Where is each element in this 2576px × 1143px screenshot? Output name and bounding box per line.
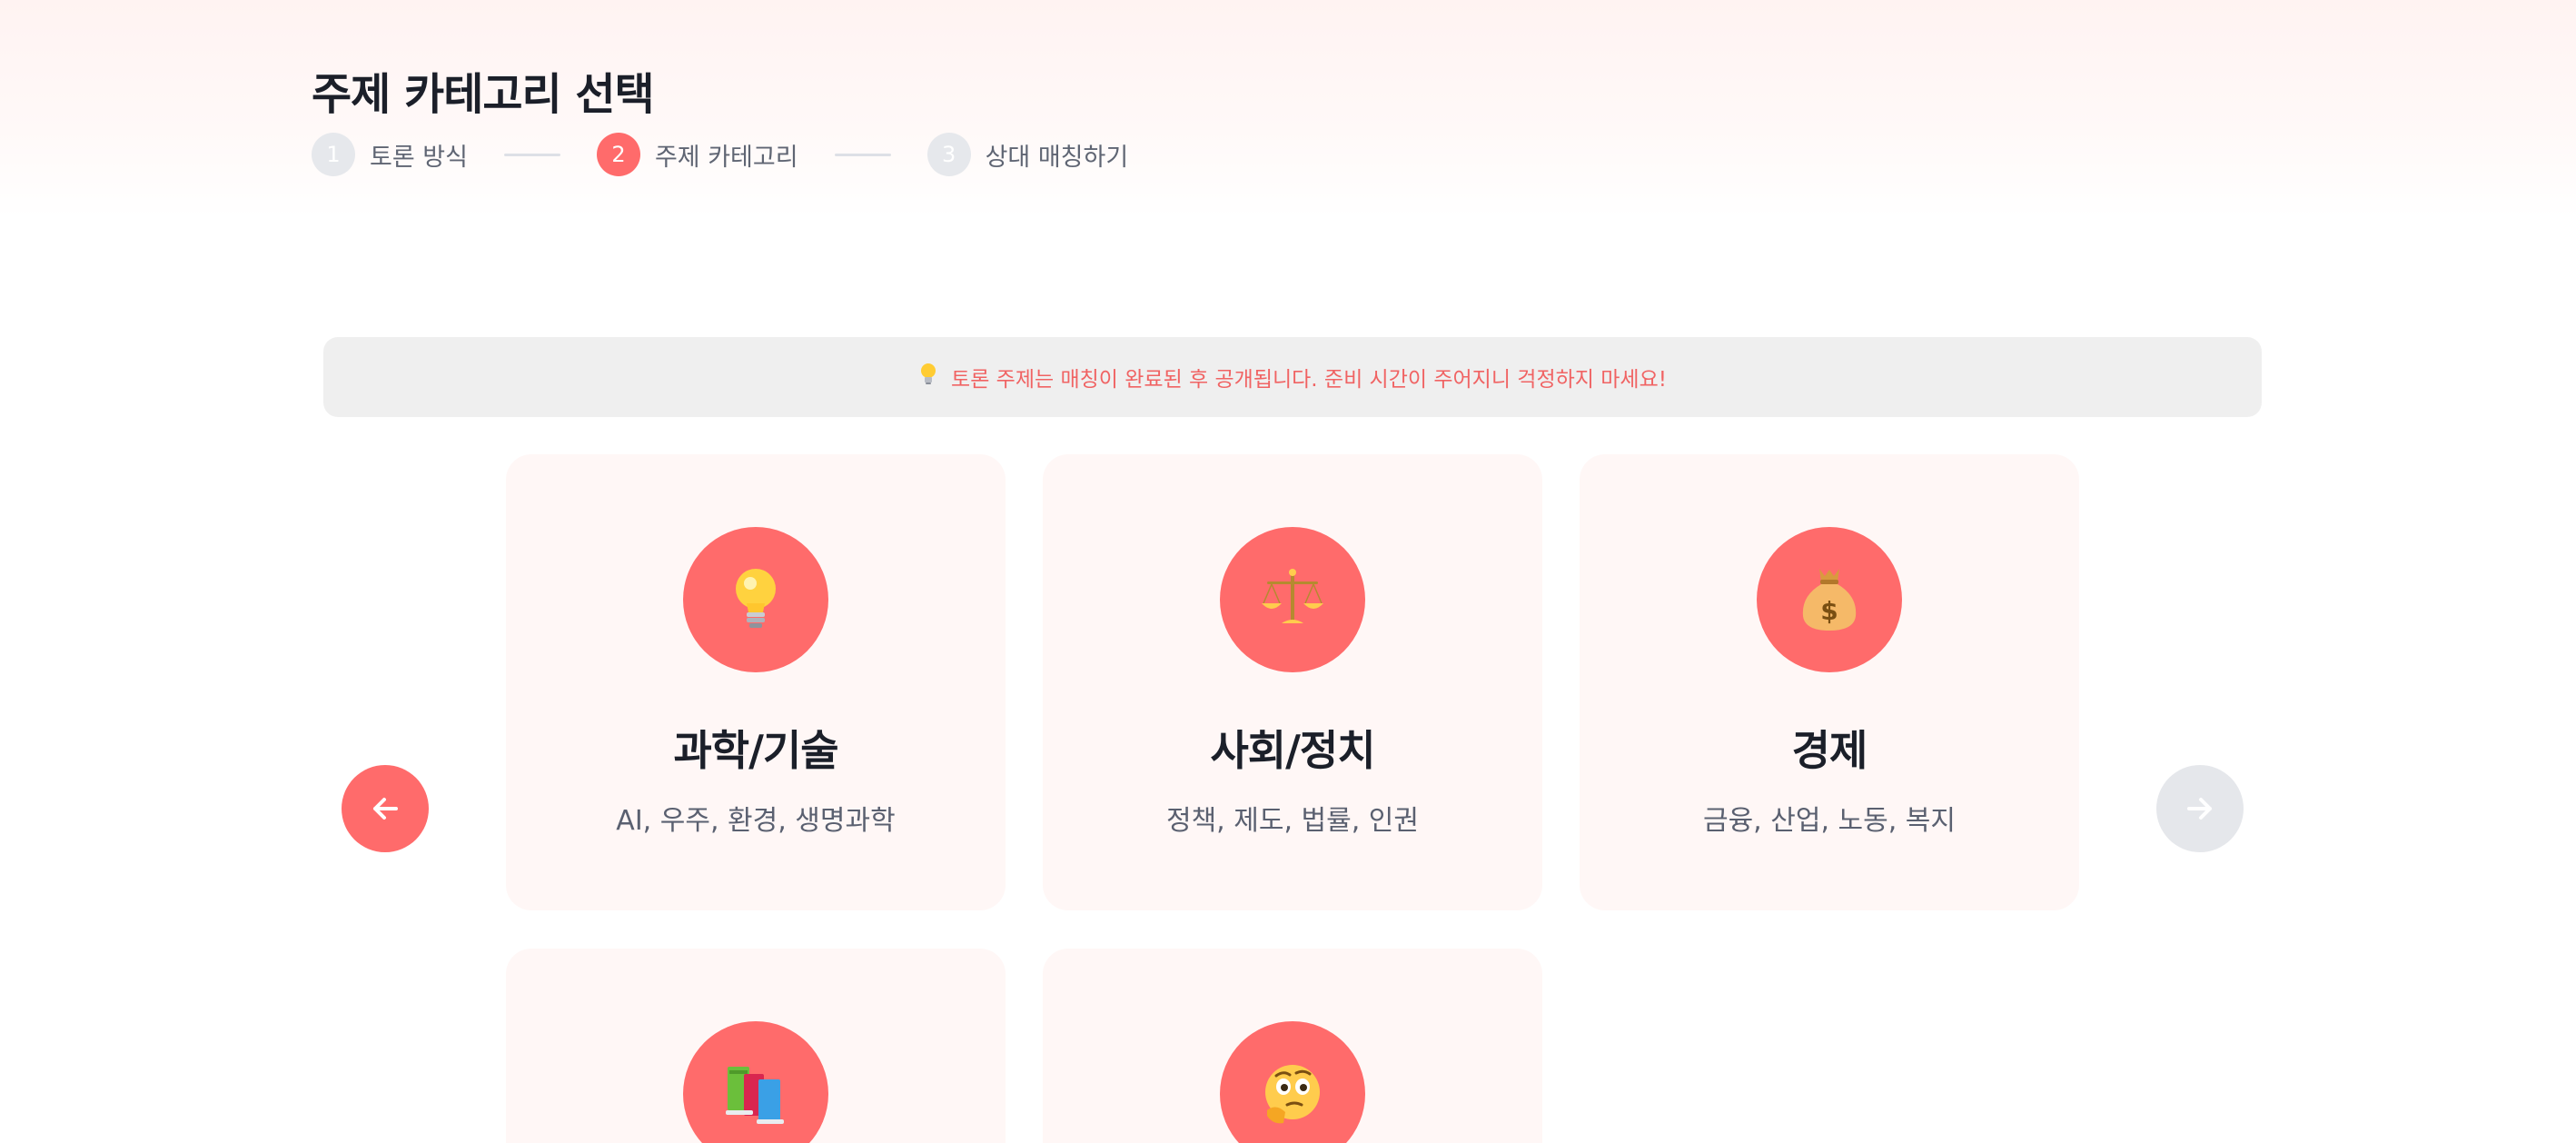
category-title: 경제 bbox=[1791, 726, 1868, 775]
category-card-economy[interactable]: $ 경제 금융, 산업, 노동, 복지 bbox=[1580, 454, 2079, 910]
step-label: 상대 매칭하기 bbox=[985, 143, 1129, 172]
carousel-next-button[interactable] bbox=[2156, 765, 2244, 852]
scales-icon bbox=[1220, 527, 1365, 672]
step-label: 주제 카테고리 bbox=[654, 143, 798, 172]
step-label: 토론 방식 bbox=[370, 143, 468, 172]
svg-text:$: $ bbox=[1820, 596, 1838, 626]
thinking-face-icon bbox=[1220, 1021, 1365, 1143]
category-description: 정책, 제도, 법률, 인권 bbox=[1165, 805, 1420, 837]
lightbulb-icon bbox=[683, 527, 828, 672]
category-card-society[interactable]: 사회/정치 정책, 제도, 법률, 인권 bbox=[1043, 454, 1542, 910]
category-card-education[interactable] bbox=[506, 949, 1006, 1143]
notice-banner: 토론 주제는 매칭이 완료된 후 공개됩니다. 준비 시간이 주어지니 걱정하지… bbox=[323, 337, 2262, 417]
category-select-page: 주제 카테고리 선택 1 토론 방식 2 주제 카테고리 3 상대 매칭하기 토… bbox=[0, 0, 2576, 1143]
step-topic-category: 2 주제 카테고리 bbox=[596, 133, 798, 176]
arrow-left-icon bbox=[373, 798, 398, 820]
books-icon bbox=[683, 1021, 828, 1143]
stepper: 1 토론 방식 2 주제 카테고리 3 상대 매칭하기 bbox=[312, 133, 1128, 176]
step-divider bbox=[503, 153, 560, 156]
category-description: AI, 우주, 환경, 생명과학 bbox=[616, 805, 896, 837]
step-divider bbox=[834, 153, 891, 156]
header: 주제 카테고리 선택 1 토론 방식 2 주제 카테고리 3 상대 매칭하기 bbox=[0, 0, 2576, 218]
notice-text: 토론 주제는 매칭이 완료된 후 공개됩니다. 준비 시간이 주어지니 걱정하지… bbox=[951, 368, 1667, 392]
step-number: 3 bbox=[926, 133, 971, 176]
step-number: 1 bbox=[312, 133, 355, 176]
step-debate-format: 1 토론 방식 bbox=[312, 133, 468, 176]
lightbulb-icon bbox=[918, 363, 938, 392]
category-description: 금융, 산업, 노동, 복지 bbox=[1702, 805, 1957, 837]
money-bag-icon: $ bbox=[1757, 527, 1902, 672]
category-title: 과학/기술 bbox=[673, 726, 838, 775]
arrow-right-icon bbox=[2187, 798, 2212, 820]
step-number: 2 bbox=[596, 133, 640, 176]
step-opponent-matching: 3 상대 매칭하기 bbox=[926, 133, 1129, 176]
carousel-prev-button[interactable] bbox=[342, 765, 429, 852]
page-title: 주제 카테고리 선택 bbox=[312, 69, 655, 120]
category-card-philosophy[interactable] bbox=[1043, 949, 1542, 1143]
category-title: 사회/정치 bbox=[1210, 726, 1375, 775]
category-card-science[interactable]: 과학/기술 AI, 우주, 환경, 생명과학 bbox=[506, 454, 1006, 910]
